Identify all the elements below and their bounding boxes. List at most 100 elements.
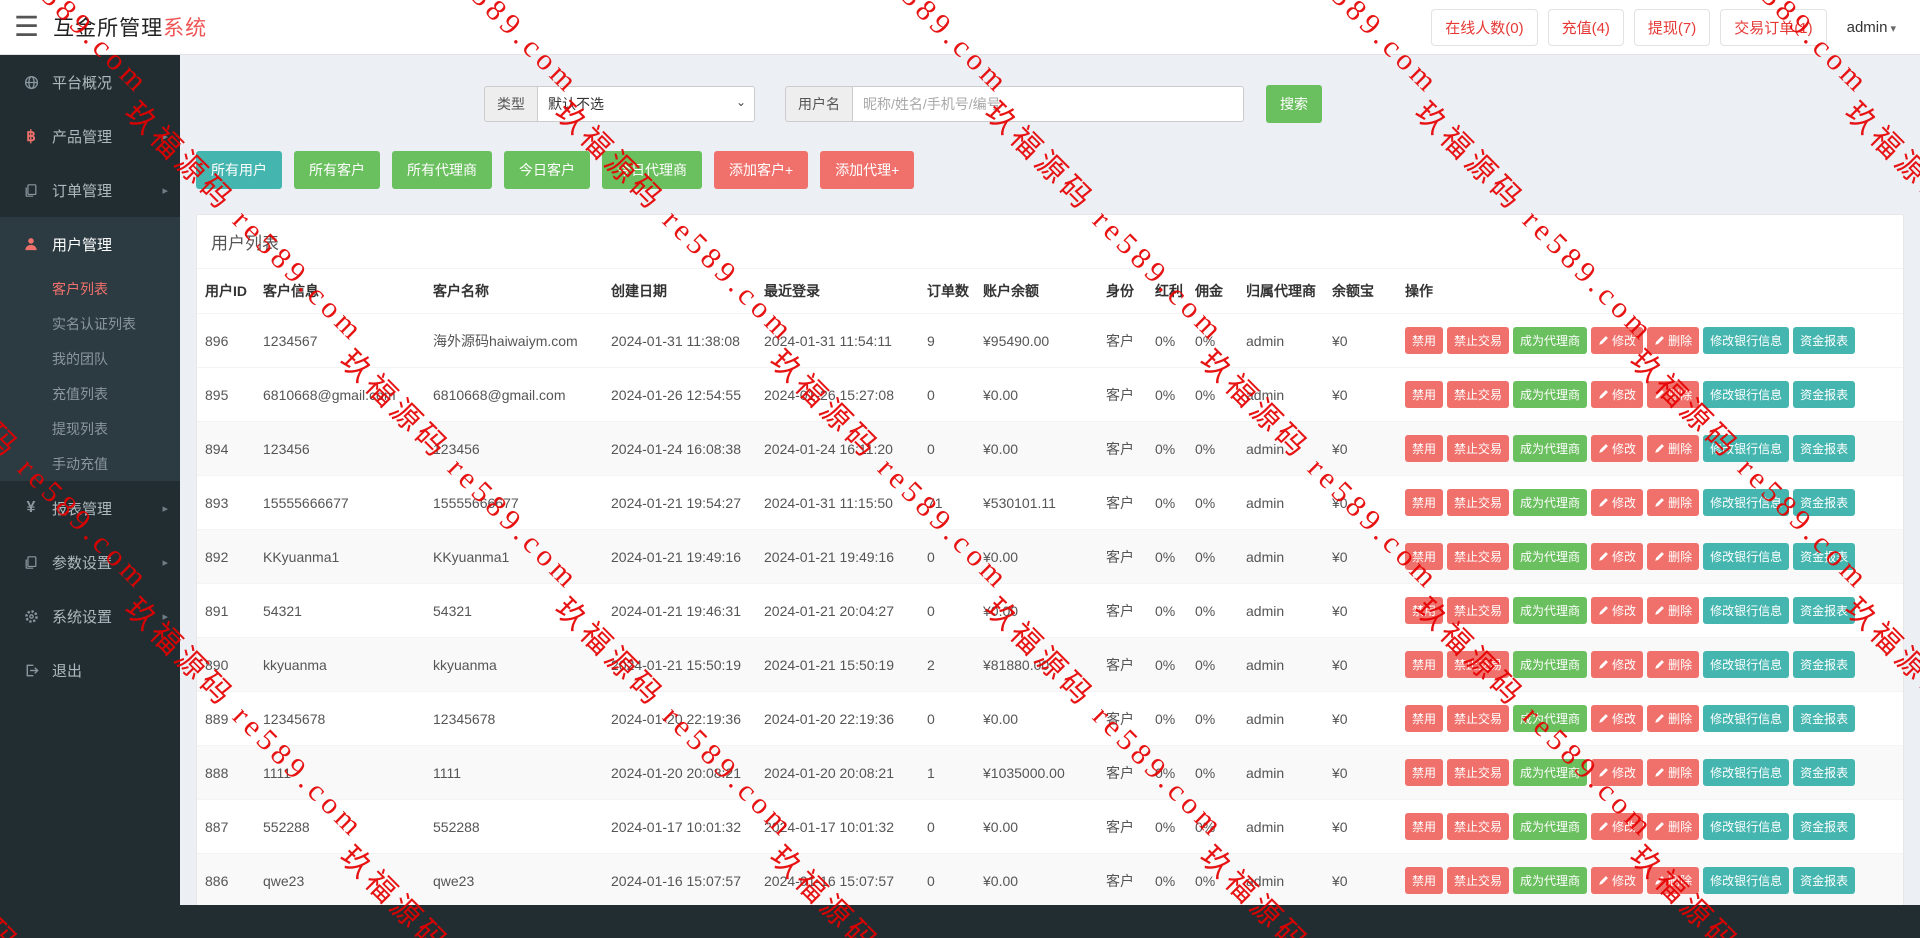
row-action-button[interactable]: 禁止交易 <box>1447 705 1509 732</box>
row-action-button[interactable]: 资金报表 <box>1793 435 1855 462</box>
row-action-button[interactable]: 修改 <box>1591 867 1643 894</box>
row-action-button[interactable]: 修改银行信息 <box>1703 435 1789 462</box>
sidebar-item-logout[interactable]: 退出 <box>0 643 180 697</box>
sidebar-subitem[interactable]: 客户列表 <box>0 271 180 306</box>
row-action-button[interactable]: 资金报表 <box>1793 543 1855 570</box>
row-action-button[interactable]: 成为代理商 <box>1513 543 1587 570</box>
row-action-button[interactable]: 修改银行信息 <box>1703 597 1789 624</box>
row-action-button[interactable]: 修改 <box>1591 705 1643 732</box>
sidebar-subitem[interactable]: 实名认证列表 <box>0 306 180 341</box>
row-action-button[interactable]: 禁用 <box>1405 759 1443 786</box>
row-action-button[interactable]: 修改 <box>1591 543 1643 570</box>
row-action-button[interactable]: 删除 <box>1647 651 1699 678</box>
row-action-button[interactable]: 资金报表 <box>1793 327 1855 354</box>
row-action-button[interactable]: 修改银行信息 <box>1703 489 1789 516</box>
row-action-button[interactable]: 修改 <box>1591 597 1643 624</box>
row-action-button[interactable]: 修改银行信息 <box>1703 327 1789 354</box>
row-action-button[interactable]: 禁止交易 <box>1447 597 1509 624</box>
row-action-button[interactable]: 修改银行信息 <box>1703 651 1789 678</box>
user-menu[interactable]: admin▾ <box>1837 12 1906 43</box>
row-action-button[interactable]: 成为代理商 <box>1513 327 1587 354</box>
row-action-button[interactable]: 删除 <box>1647 759 1699 786</box>
row-action-button[interactable]: 资金报表 <box>1793 759 1855 786</box>
topbar-stat-link[interactable]: 在线人数(0) <box>1431 9 1537 46</box>
row-action-button[interactable]: 修改银行信息 <box>1703 813 1789 840</box>
row-action-button[interactable]: 成为代理商 <box>1513 435 1587 462</box>
row-action-button[interactable]: 删除 <box>1647 381 1699 408</box>
sidebar-item-products[interactable]: ฿产品管理▸ <box>0 109 180 163</box>
sidebar-item-system[interactable]: 系统设置▸ <box>0 589 180 643</box>
row-action-button[interactable]: 成为代理商 <box>1513 867 1587 894</box>
row-action-button[interactable]: 资金报表 <box>1793 867 1855 894</box>
row-action-button[interactable]: 成为代理商 <box>1513 759 1587 786</box>
row-action-button[interactable]: 禁用 <box>1405 867 1443 894</box>
row-action-button[interactable]: 禁止交易 <box>1447 867 1509 894</box>
row-action-button[interactable]: 删除 <box>1647 867 1699 894</box>
row-action-button[interactable]: 禁止交易 <box>1447 489 1509 516</box>
row-action-button[interactable]: 禁用 <box>1405 435 1443 462</box>
row-action-button[interactable]: 删除 <box>1647 489 1699 516</box>
quick-button[interactable]: 今日代理商 <box>602 151 702 189</box>
sidebar-subitem[interactable]: 充值列表 <box>0 376 180 411</box>
row-action-button[interactable]: 禁用 <box>1405 705 1443 732</box>
row-action-button[interactable]: 修改银行信息 <box>1703 543 1789 570</box>
row-action-button[interactable]: 禁止交易 <box>1447 435 1509 462</box>
quick-button[interactable]: 所有代理商 <box>392 151 492 189</box>
row-action-button[interactable]: 资金报表 <box>1793 381 1855 408</box>
row-action-button[interactable]: 禁止交易 <box>1447 759 1509 786</box>
row-action-button[interactable]: 禁止交易 <box>1447 327 1509 354</box>
row-action-button[interactable]: 删除 <box>1647 597 1699 624</box>
row-action-button[interactable]: 成为代理商 <box>1513 489 1587 516</box>
row-action-button[interactable]: 资金报表 <box>1793 651 1855 678</box>
row-action-button[interactable]: 禁用 <box>1405 597 1443 624</box>
row-action-button[interactable]: 修改 <box>1591 759 1643 786</box>
sidebar-item-orders[interactable]: 订单管理▸ <box>0 163 180 217</box>
row-action-button[interactable]: 禁用 <box>1405 327 1443 354</box>
sidebar-subitem[interactable]: 手动充值 <box>0 446 180 481</box>
row-action-button[interactable]: 修改 <box>1591 327 1643 354</box>
quick-button[interactable]: 添加代理+ <box>820 151 914 189</box>
row-action-button[interactable]: 资金报表 <box>1793 705 1855 732</box>
quick-button[interactable]: 今日客户 <box>504 151 590 189</box>
row-action-button[interactable]: 禁用 <box>1405 813 1443 840</box>
row-action-button[interactable]: 成为代理商 <box>1513 813 1587 840</box>
row-action-button[interactable]: 修改 <box>1591 381 1643 408</box>
row-action-button[interactable]: 修改银行信息 <box>1703 705 1789 732</box>
row-action-button[interactable]: 修改 <box>1591 813 1643 840</box>
quick-button[interactable]: 添加客户+ <box>714 151 808 189</box>
sidebar-item-overview[interactable]: 平台概况 <box>0 55 180 109</box>
sidebar-subitem[interactable]: 提现列表 <box>0 411 180 446</box>
row-action-button[interactable]: 成为代理商 <box>1513 651 1587 678</box>
row-action-button[interactable]: 禁止交易 <box>1447 381 1509 408</box>
row-action-button[interactable]: 删除 <box>1647 813 1699 840</box>
row-action-button[interactable]: 禁止交易 <box>1447 543 1509 570</box>
row-action-button[interactable]: 资金报表 <box>1793 813 1855 840</box>
row-action-button[interactable]: 删除 <box>1647 327 1699 354</box>
row-action-button[interactable]: 资金报表 <box>1793 489 1855 516</box>
quick-button[interactable]: 所有用户 <box>196 151 282 189</box>
topbar-stat-link[interactable]: 提现(7) <box>1634 9 1710 46</box>
sidebar-item-users[interactable]: 用户管理 <box>0 217 180 271</box>
username-input[interactable] <box>852 86 1244 122</box>
row-action-button[interactable]: 修改银行信息 <box>1703 381 1789 408</box>
sidebar-item-reports[interactable]: ¥报表管理▸ <box>0 481 180 535</box>
sidebar-item-params[interactable]: 参数设置▸ <box>0 535 180 589</box>
topbar-stat-link[interactable]: 交易订单(1) <box>1720 9 1826 46</box>
row-action-button[interactable]: 成为代理商 <box>1513 705 1587 732</box>
row-action-button[interactable]: 修改 <box>1591 489 1643 516</box>
topbar-stat-link[interactable]: 充值(4) <box>1548 9 1624 46</box>
row-action-button[interactable]: 修改银行信息 <box>1703 759 1789 786</box>
row-action-button[interactable]: 修改银行信息 <box>1703 867 1789 894</box>
row-action-button[interactable]: 禁止交易 <box>1447 651 1509 678</box>
row-action-button[interactable]: 修改 <box>1591 435 1643 462</box>
type-select[interactable]: 默认不选 <box>537 86 755 122</box>
row-action-button[interactable]: 禁用 <box>1405 381 1443 408</box>
hamburger-menu-icon[interactable]: ☰ <box>14 13 39 41</box>
sidebar-subitem[interactable]: 我的团队 <box>0 341 180 376</box>
quick-button[interactable]: 所有客户 <box>294 151 380 189</box>
row-action-button[interactable]: 资金报表 <box>1793 597 1855 624</box>
row-action-button[interactable]: 禁用 <box>1405 543 1443 570</box>
row-action-button[interactable]: 禁用 <box>1405 489 1443 516</box>
row-action-button[interactable]: 删除 <box>1647 705 1699 732</box>
row-action-button[interactable]: 删除 <box>1647 435 1699 462</box>
